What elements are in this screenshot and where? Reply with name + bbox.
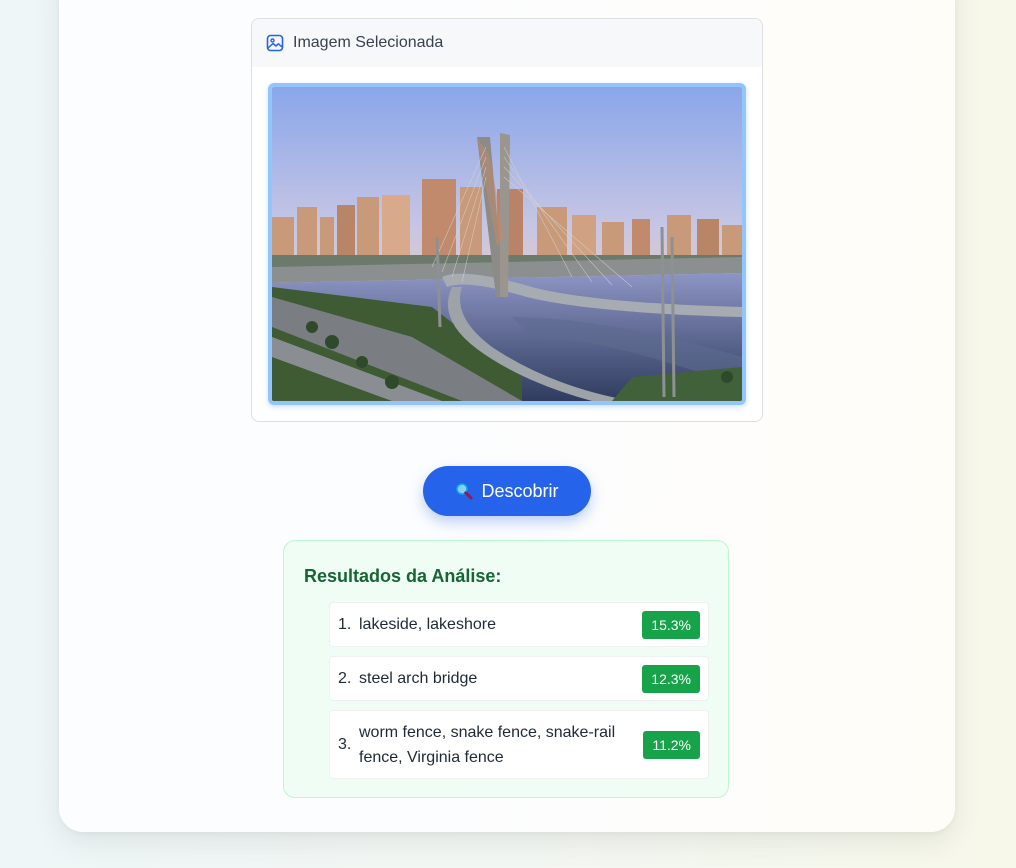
result-score-badge: 12.3% xyxy=(642,664,700,693)
result-score-badge: 15.3% xyxy=(642,610,700,639)
result-label: steel arch bridge xyxy=(359,670,478,687)
results-panel: Resultados da Análise: 1. lakeside, lake… xyxy=(283,540,729,798)
image-icon xyxy=(266,34,284,52)
result-score-badge: 11.2% xyxy=(643,730,700,759)
result-rank: 3. xyxy=(338,735,352,753)
result-label: lakeside, lakeshore xyxy=(359,616,496,633)
selected-image-panel: Imagem Selecionada xyxy=(251,18,763,422)
result-item: 2. steel arch bridge 12.3% xyxy=(329,656,709,701)
results-title: Resultados da Análise: xyxy=(304,566,502,586)
discover-button[interactable]: Descobrir xyxy=(423,466,591,516)
selected-image xyxy=(268,83,746,405)
result-item: 3. worm fence, snake fence, snake-rail f… xyxy=(329,710,709,779)
result-item: 1. lakeside, lakeshore 15.3% xyxy=(329,602,709,647)
discover-button-label: Descobrir xyxy=(481,480,559,501)
image-panel-title: Imagem Selecionada xyxy=(293,34,444,51)
image-panel-header: Imagem Selecionada xyxy=(252,19,762,67)
result-label: worm fence, snake fence, snake-rail fenc… xyxy=(359,723,616,766)
result-rank: 2. xyxy=(338,669,352,687)
result-rank: 1. xyxy=(338,615,352,633)
magnifying-glass-icon xyxy=(455,482,473,500)
